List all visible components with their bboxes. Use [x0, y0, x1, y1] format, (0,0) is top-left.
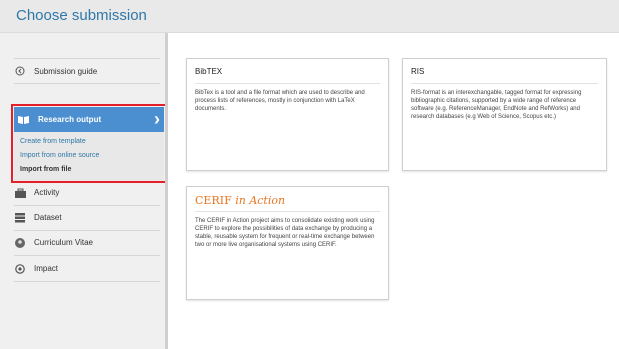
cerif-logo-sub: in Action [235, 194, 286, 207]
page-title: Choose submission [16, 7, 147, 24]
submenu-create-from-template[interactable]: Create from template [14, 135, 164, 149]
cerif-logo-main: CERIF [195, 194, 232, 207]
sidebar-item-activity[interactable]: Activity [14, 180, 160, 206]
sidebar-item-label: Impact [34, 264, 59, 273]
sidebar-item-label: Dataset [34, 213, 62, 222]
card-divider [195, 83, 380, 84]
book-icon [18, 115, 30, 125]
card-cerif[interactable]: CERIF in Action The CERIF in Action proj… [186, 186, 389, 300]
sidebar-item-curriculum-vitae[interactable]: Curriculum Vitae [14, 230, 160, 256]
card-description: RIS-format is an interexchangable, tagge… [411, 90, 582, 120]
cv-icon [14, 237, 26, 249]
sidebar-item-label: Submission guide [34, 66, 98, 76]
briefcase-icon [14, 187, 26, 199]
cerif-logo: CERIF in Action [195, 194, 285, 207]
sidebar-item-research-output[interactable]: Research output › [14, 107, 164, 132]
card-title: BibTEX [195, 67, 223, 76]
submenu-import-file[interactable]: Import from file [14, 163, 164, 177]
card-description: BibTex is a tool and a file format which… [195, 90, 365, 112]
circle-arrow-icon [14, 65, 26, 77]
database-icon [14, 212, 26, 224]
submenu-import-online[interactable]: Import from online source [14, 149, 164, 163]
chevron-right-icon: › [154, 109, 160, 129]
card-title: RIS [411, 67, 425, 76]
card-description: The CERIF in Action project aims to cons… [195, 218, 375, 248]
sidebar-item-dataset[interactable]: Dataset [14, 205, 160, 231]
research-output-submenu: Create from template Import from online … [14, 132, 164, 181]
sidebar-group-research-output: Research output › Create from template I… [14, 107, 164, 181]
sidebar-item-impact[interactable]: Impact [14, 256, 160, 282]
sidebar-item-label: Activity [34, 188, 60, 197]
sidebar-item-submission-guide[interactable]: Submission guide [14, 58, 160, 84]
sidebar-item-label: Research output [38, 115, 102, 124]
title-bar: Choose submission [0, 0, 619, 33]
card-ris[interactable]: RIS RIS-format is an interexchangable, t… [402, 58, 607, 171]
impact-icon [14, 263, 26, 275]
sidebar-item-label: Curriculum Vitae [34, 238, 93, 247]
card-divider [411, 83, 598, 84]
card-bibtex[interactable]: BibTEX BibTex is a tool and a file forma… [186, 58, 389, 171]
card-divider [195, 211, 380, 212]
